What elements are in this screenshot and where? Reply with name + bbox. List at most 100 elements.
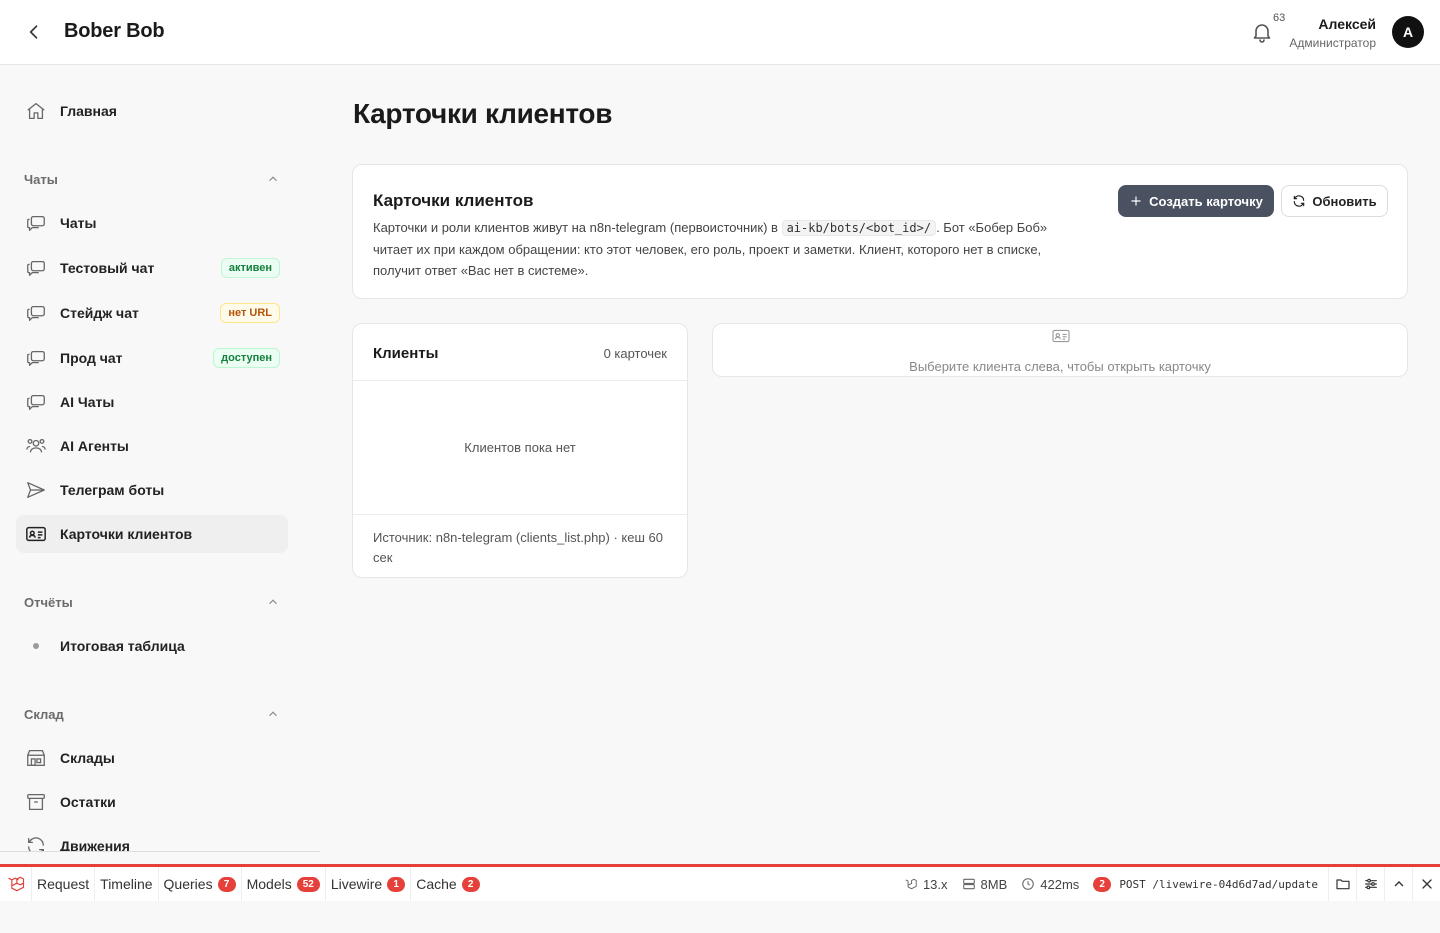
page-bottom (0, 901, 1440, 933)
sidebar-item-movements[interactable]: Движения (16, 827, 288, 852)
home-icon (24, 99, 48, 123)
clients-empty-state: Клиентов пока нет (464, 440, 576, 455)
users-icon (24, 434, 48, 458)
tab-label: Livewire (330, 876, 383, 892)
sidebar-item-label: Стейдж чат (60, 305, 139, 321)
stat-value: 13.x (922, 876, 948, 892)
button-label: Создать карточку (1149, 193, 1263, 209)
sidebar-item-label: Тестовый чат (60, 260, 155, 276)
bell-icon (1253, 24, 1271, 43)
debugbar-stats: 13.x 8MB 422ms 2 POST /livewire-04d6d7ad… (904, 867, 1440, 901)
sidebar-item-stock[interactable]: Остатки (16, 783, 288, 821)
status-badge: нет URL (220, 303, 280, 323)
back-button[interactable] (22, 20, 46, 44)
refresh-button[interactable]: Обновить (1281, 185, 1388, 217)
server-icon (962, 878, 975, 890)
laravel-logo-icon[interactable] (0, 867, 32, 901)
sidebar-item-prod-chat[interactable]: Прод чат доступен (16, 339, 288, 377)
path-code: ai-kb/bots/<bot_id>/ (781, 220, 937, 236)
settings-button[interactable] (1356, 867, 1384, 901)
chevron-up-icon (269, 711, 277, 717)
maximize-button[interactable] (1384, 867, 1412, 901)
top-bar: Bober Bob 63 Алексей Администратор А (0, 0, 1440, 65)
sidebar-item-label: Движения (60, 838, 130, 852)
create-card-button[interactable]: Создать карточку (1118, 185, 1274, 217)
sidebar-item-warehouses[interactable]: Склады (16, 739, 288, 777)
count-badge: 7 (217, 876, 236, 892)
count-badge: 1 (387, 876, 406, 892)
sidebar-item-label: Карточки клиентов (60, 526, 193, 542)
sidebar-item-telegram-bots[interactable]: Телеграм боты (16, 471, 288, 509)
sidebar-item-ai-agents[interactable]: AI Агенты (16, 427, 288, 465)
clients-title: Клиенты (373, 345, 439, 362)
sidebar-item-ai-chats[interactable]: AI Чаты (16, 383, 288, 421)
request-select[interactable]: 2 POST /livewire-04d6d7ad/update (1093, 876, 1318, 892)
chevron-up-icon (269, 599, 277, 605)
version-stat: 13.x (904, 877, 948, 892)
id-card-icon (24, 522, 48, 546)
sidebar-item-label: Склады (60, 750, 115, 766)
info-card-title: Карточки клиентов (373, 191, 534, 210)
section-reports-toggle[interactable]: Отчёты (24, 592, 280, 612)
user-name[interactable]: Алексей (1318, 16, 1376, 32)
avatar[interactable]: А (1392, 16, 1424, 48)
sidebar-item-stage-chat[interactable]: Стейдж чат нет URL (16, 294, 288, 332)
sidebar-item-label: Прод чат (60, 350, 123, 366)
sidebar-item-label: Главная (60, 103, 117, 119)
section-label: Склад (24, 706, 64, 722)
page-title: Карточки клиентов (353, 98, 613, 129)
close-debugbar-button[interactable] (1412, 867, 1440, 901)
notifications-button[interactable] (1250, 20, 1274, 44)
sidebar-item-test-chat[interactable]: Тестовый чат активен (16, 249, 288, 287)
refresh-icon (1294, 195, 1305, 207)
count-badge: 2 (1093, 876, 1112, 892)
app-title: Bober Bob (64, 20, 165, 42)
sidebar-item-home[interactable]: Главная (16, 92, 288, 130)
button-label: Обновить (1312, 193, 1377, 209)
debugbar-tab-cache[interactable]: Cache 2 (411, 867, 484, 901)
info-card: Карточки клиентов Карточки и роли клиент… (352, 164, 1408, 299)
debugbar-tab-models[interactable]: Models 52 (242, 867, 326, 901)
sidebar-item-label: Чаты (60, 215, 97, 231)
debugbar-tab-timeline[interactable]: Timeline (95, 867, 159, 901)
bullet-dot-icon (33, 643, 39, 649)
sidebar: Главная Чаты Чаты Тестовый чат активен С… (0, 65, 320, 852)
section-chats-toggle[interactable]: Чаты (24, 169, 280, 189)
id-card-icon (1052, 329, 1070, 343)
chat-icon (24, 211, 48, 235)
debugbar-tab-queries[interactable]: Queries 7 (159, 867, 242, 901)
sidebar-item-chats[interactable]: Чаты (16, 204, 288, 242)
sidebar-item-summary-table[interactable]: Итоговая таблица (16, 627, 288, 665)
status-badge: активен (220, 258, 280, 278)
tab-label: Queries (163, 876, 213, 892)
open-folder-button[interactable] (1328, 867, 1356, 901)
chat-icon (24, 301, 48, 325)
stat-value: 422ms (1040, 876, 1080, 892)
tab-label: Cache (416, 876, 457, 892)
info-card-description: Карточки и роли клиентов живут на n8n-te… (373, 217, 1053, 281)
stat-value: 8MB (980, 876, 1008, 892)
section-warehouse-toggle[interactable]: Склад (24, 704, 280, 724)
debugbar-tab-request[interactable]: Request (32, 867, 96, 901)
clients-count: 0 карточек (603, 346, 667, 361)
chat-icon (24, 256, 48, 280)
chevron-left-icon (29, 25, 38, 39)
description-text: Карточки и роли клиентов живут на n8n-te… (373, 220, 782, 235)
sidebar-item-client-cards[interactable]: Карточки клиентов (16, 515, 288, 553)
paper-plane-icon (24, 478, 48, 502)
plus-icon (1131, 196, 1141, 206)
chevron-up-icon (269, 176, 277, 182)
user-role: Администратор (1289, 36, 1376, 50)
close-icon (1421, 879, 1432, 889)
clients-source: Источник: n8n-telegram (clients_list.php… (373, 530, 663, 565)
clients-panel: Клиенты 0 карточек Клиентов пока нет Ист… (352, 323, 688, 578)
laravel-icon (905, 878, 917, 890)
chevron-up-icon (1394, 881, 1403, 887)
chat-icon (24, 390, 48, 414)
count-badge: 52 (296, 876, 320, 892)
folder-icon (1335, 879, 1350, 890)
debugbar: Request Timeline Queries 7 Models 52 Livew… (0, 864, 1440, 901)
tab-label: Models (246, 876, 292, 892)
debugbar-tab-livewire[interactable]: Livewire 1 (326, 867, 412, 901)
request-label: POST /livewire-04d6d7ad/update (1119, 877, 1318, 891)
